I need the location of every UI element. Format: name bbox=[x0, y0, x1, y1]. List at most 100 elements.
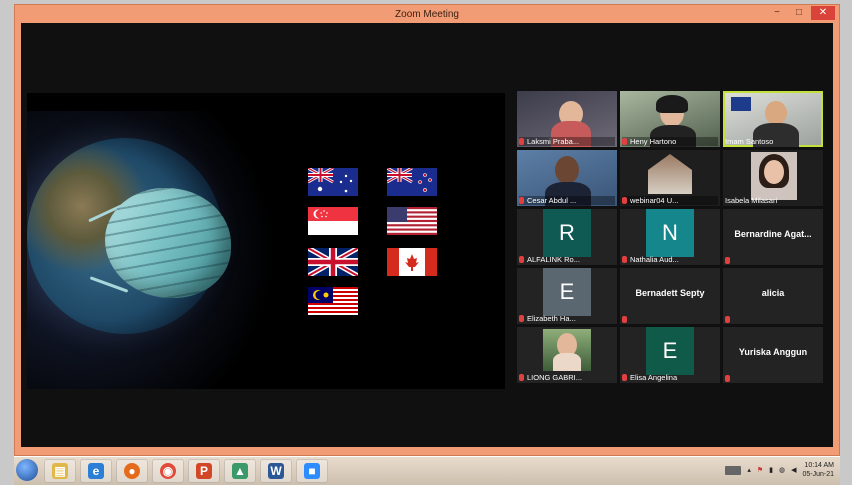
participant-name-bar bbox=[725, 316, 821, 323]
participant-letter-avatar: R bbox=[543, 209, 591, 257]
participant-name-bar: LIONG GABRI... bbox=[519, 373, 615, 382]
participant-face bbox=[555, 156, 579, 184]
meeting-content: Laksmi Praba... Heny Hartono Imam Santos… bbox=[21, 23, 833, 447]
maximize-button[interactable]: □ bbox=[789, 6, 809, 20]
participant-name: Heny Hartono bbox=[630, 137, 677, 146]
chrome-button[interactable]: ◉ bbox=[152, 459, 184, 483]
zoom-icon: ■ bbox=[304, 463, 320, 479]
flag-australia-icon bbox=[308, 168, 358, 196]
volume-icon[interactable]: ◀ bbox=[791, 466, 796, 474]
participant-tile[interactable]: N Nathalia Aud... bbox=[620, 209, 720, 265]
firefox-button[interactable]: ● bbox=[116, 459, 148, 483]
participant-name-bar: Heny Hartono bbox=[622, 137, 718, 146]
window-controls: − □ ✕ bbox=[767, 6, 835, 20]
avatar-letter: E bbox=[559, 279, 575, 304]
clock-time: 10:14 AM bbox=[804, 462, 834, 469]
muted-mic-icon bbox=[519, 138, 524, 145]
powerpoint-button[interactable]: P bbox=[188, 459, 220, 483]
show-hidden-icons-icon[interactable]: ▴ bbox=[747, 466, 751, 474]
muted-mic-icon bbox=[622, 374, 627, 381]
participant-name-bar: Imam Santoso bbox=[725, 137, 821, 146]
participant-tile[interactable]: Laksmi Praba... bbox=[517, 91, 617, 147]
word-icon: W bbox=[268, 463, 284, 479]
flag-new-zealand-icon bbox=[387, 168, 437, 196]
participant-name-bar: Elisa Angelina bbox=[622, 373, 718, 382]
keyboard-icon[interactable] bbox=[725, 465, 742, 475]
start-button[interactable] bbox=[16, 459, 38, 481]
flag-united-kingdom-icon bbox=[308, 248, 358, 276]
participant-tile[interactable]: Bernadett Septy bbox=[620, 268, 720, 324]
muted-mic-icon bbox=[725, 257, 730, 264]
network-icon[interactable]: ◍ bbox=[779, 466, 785, 474]
zoom-button[interactable]: ■ bbox=[296, 459, 328, 483]
avatar-letter: R bbox=[559, 220, 575, 245]
muted-mic-icon bbox=[622, 197, 627, 204]
powerpoint-icon: P bbox=[196, 463, 212, 479]
participant-tile[interactable]: Cesar Abdul ... bbox=[517, 150, 617, 206]
participant-name: Cesar Abdul ... bbox=[527, 196, 577, 205]
muted-mic-icon bbox=[725, 316, 730, 323]
participant-name: Yuriska Anggun bbox=[738, 347, 808, 357]
participant-name-bar bbox=[725, 375, 821, 382]
file-explorer-button[interactable]: ▤ bbox=[44, 459, 76, 483]
participant-name: Elizabeth Ha... bbox=[527, 314, 576, 323]
participant-name: Laksmi Praba... bbox=[527, 137, 580, 146]
flag-canada-icon bbox=[387, 248, 437, 276]
clock[interactable]: 10:14 AM 05-Jun-21 bbox=[802, 461, 834, 479]
signal-icon[interactable]: ▮ bbox=[769, 466, 773, 474]
internet-explorer-button[interactable]: e bbox=[80, 459, 112, 483]
chrome-icon: ◉ bbox=[160, 463, 176, 479]
participant-tile[interactable]: R ALFALINK Ro... bbox=[517, 209, 617, 265]
minimize-button[interactable]: − bbox=[767, 6, 787, 20]
muted-mic-icon bbox=[519, 315, 524, 322]
participant-letter-avatar: N bbox=[646, 209, 694, 257]
clock-date: 05-Jun-21 bbox=[802, 471, 834, 478]
participant-gallery: Laksmi Praba... Heny Hartono Imam Santos… bbox=[517, 91, 823, 383]
participant-name: LIONG GABRI... bbox=[527, 373, 583, 382]
participant-name-bar: Nathalia Aud... bbox=[622, 255, 718, 264]
muted-mic-icon bbox=[519, 374, 524, 381]
house-image bbox=[648, 154, 692, 194]
muted-mic-icon bbox=[622, 316, 627, 323]
close-button[interactable]: ✕ bbox=[811, 6, 835, 20]
shared-screen bbox=[27, 93, 505, 389]
participant-name-bar: ALFALINK Ro... bbox=[519, 255, 615, 264]
system-tray: ▴ ⚑ ▮ ◍ ◀ 10:14 AM 05-Jun-21 bbox=[725, 459, 834, 481]
title-bar[interactable]: Zoom Meeting − □ ✕ bbox=[15, 5, 839, 23]
muted-mic-icon bbox=[519, 197, 524, 204]
participant-tile[interactable]: Heny Hartono bbox=[620, 91, 720, 147]
participant-tile[interactable]: E Elizabeth Ha... bbox=[517, 268, 617, 324]
internet-explorer-icon: e bbox=[88, 463, 104, 479]
participant-name: Isabela Milasari bbox=[725, 196, 778, 205]
flag-notification-icon[interactable]: ⚑ bbox=[757, 466, 763, 474]
participant-tile[interactable]: LIONG GABRI... bbox=[517, 327, 617, 383]
participant-tile[interactable]: E Elisa Angelina bbox=[620, 327, 720, 383]
participant-name-bar: Isabela Milasari bbox=[725, 196, 821, 205]
image-viewer-button[interactable]: ▲ bbox=[224, 459, 256, 483]
participant-tile[interactable]: webinar04 U... bbox=[620, 150, 720, 206]
participant-name: Bernardine Agat... bbox=[734, 229, 812, 239]
participant-letter-avatar: E bbox=[543, 268, 591, 316]
participant-name-bar: Laksmi Praba... bbox=[519, 137, 615, 146]
word-button[interactable]: W bbox=[260, 459, 292, 483]
participant-tile[interactable]: Isabela Milasari bbox=[723, 150, 823, 206]
muted-mic-icon bbox=[622, 256, 627, 263]
participant-tile[interactable]: Bernardine Agat... bbox=[723, 209, 823, 265]
firefox-icon: ● bbox=[124, 463, 140, 479]
participant-tile-active-speaker[interactable]: Imam Santoso bbox=[723, 91, 823, 147]
participant-name-bar bbox=[725, 257, 821, 264]
participant-letter-avatar: E bbox=[646, 327, 694, 375]
participant-name-bar bbox=[622, 316, 718, 323]
participant-name: Imam Santoso bbox=[725, 137, 774, 146]
participant-name-bar: webinar04 U... bbox=[622, 196, 718, 205]
participant-name: Elisa Angelina bbox=[630, 373, 678, 382]
participant-tile[interactable]: Yuriska Anggun bbox=[723, 327, 823, 383]
participant-face bbox=[764, 160, 784, 184]
participant-name: ALFALINK Ro... bbox=[527, 255, 580, 264]
avatar-letter: E bbox=[662, 338, 678, 363]
participant-name: webinar04 U... bbox=[630, 196, 679, 205]
flag-singapore-icon bbox=[308, 207, 358, 235]
image-viewer-icon: ▲ bbox=[232, 463, 248, 479]
participant-name-bar: Cesar Abdul ... bbox=[519, 196, 615, 205]
participant-tile[interactable]: alicia bbox=[723, 268, 823, 324]
